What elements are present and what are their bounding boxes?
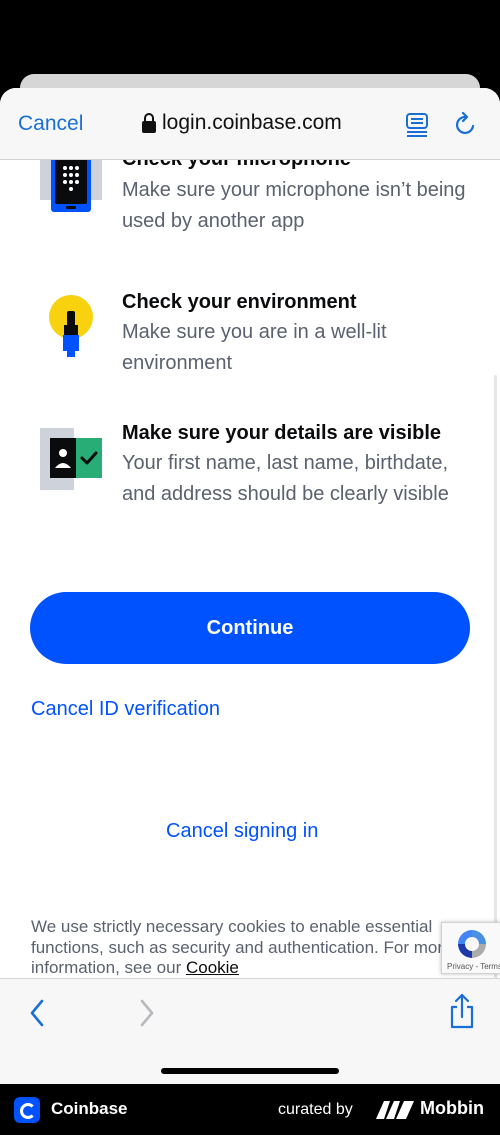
- footer-app-name: Coinbase: [51, 1099, 128, 1118]
- address-bar[interactable]: login.coinbase.com: [142, 111, 342, 135]
- check-microphone-desc: Make sure your microphone isn’t being us…: [122, 179, 466, 232]
- mobbin-footer: Coinbase curated by Mobbin: [0, 1084, 500, 1135]
- id-card-check-icon: [40, 428, 102, 490]
- reload-icon[interactable]: [454, 112, 478, 138]
- cancel-signing-in-link[interactable]: Cancel signing in: [166, 820, 318, 843]
- forward-arrow-icon[interactable]: [134, 997, 158, 1029]
- browser-sheet: Cancel login.coinbase.com Make sure your…: [0, 88, 500, 1084]
- page-content: Check your microphone Make sure your mic…: [0, 160, 500, 978]
- scrollbar[interactable]: [494, 375, 497, 978]
- microphone-phone-icon: [40, 160, 102, 212]
- light-bulb-icon: [49, 295, 93, 357]
- home-indicator: [161, 1068, 339, 1074]
- check-environment-desc: Make sure you are in a well-lit environm…: [122, 321, 387, 374]
- cookie-notice: We use strictly necessary cookies to ena…: [31, 917, 471, 978]
- browser-cancel-button[interactable]: Cancel: [18, 112, 83, 136]
- reader-mode-icon[interactable]: [405, 112, 429, 138]
- footer-brand: Mobbin: [420, 1098, 484, 1118]
- footer-curated-by: curated by: [278, 1101, 353, 1118]
- browser-nav-bar: Cancel login.coinbase.com: [0, 88, 500, 160]
- check-environment-title: Check your environment: [122, 291, 357, 313]
- cookie-notice-text: We use strictly necessary cookies to ena…: [31, 917, 453, 977]
- recaptcha-links[interactable]: Privacy - Terms: [447, 962, 500, 971]
- browser-toolbar: [0, 978, 500, 1084]
- continue-button[interactable]: Continue: [30, 592, 470, 664]
- back-arrow-icon[interactable]: [26, 997, 50, 1029]
- recaptcha-badge[interactable]: Privacy - Terms: [441, 922, 500, 974]
- check-microphone-title: Check your microphone: [122, 160, 351, 171]
- check-details-desc: Your first name, last name, birthdate, a…: [122, 452, 449, 505]
- recaptcha-icon: [458, 930, 486, 958]
- check-details-title: Make sure your details are visible: [122, 422, 442, 444]
- cookie-policy-link[interactable]: Cookie: [186, 958, 239, 977]
- cancel-id-verification-link[interactable]: Cancel ID verification: [31, 698, 220, 721]
- lock-icon: [142, 113, 156, 133]
- mobbin-logo-icon: [376, 1101, 414, 1119]
- coinbase-logo-icon: [14, 1097, 40, 1123]
- url-text: login.coinbase.com: [162, 111, 342, 134]
- share-icon[interactable]: [448, 993, 476, 1031]
